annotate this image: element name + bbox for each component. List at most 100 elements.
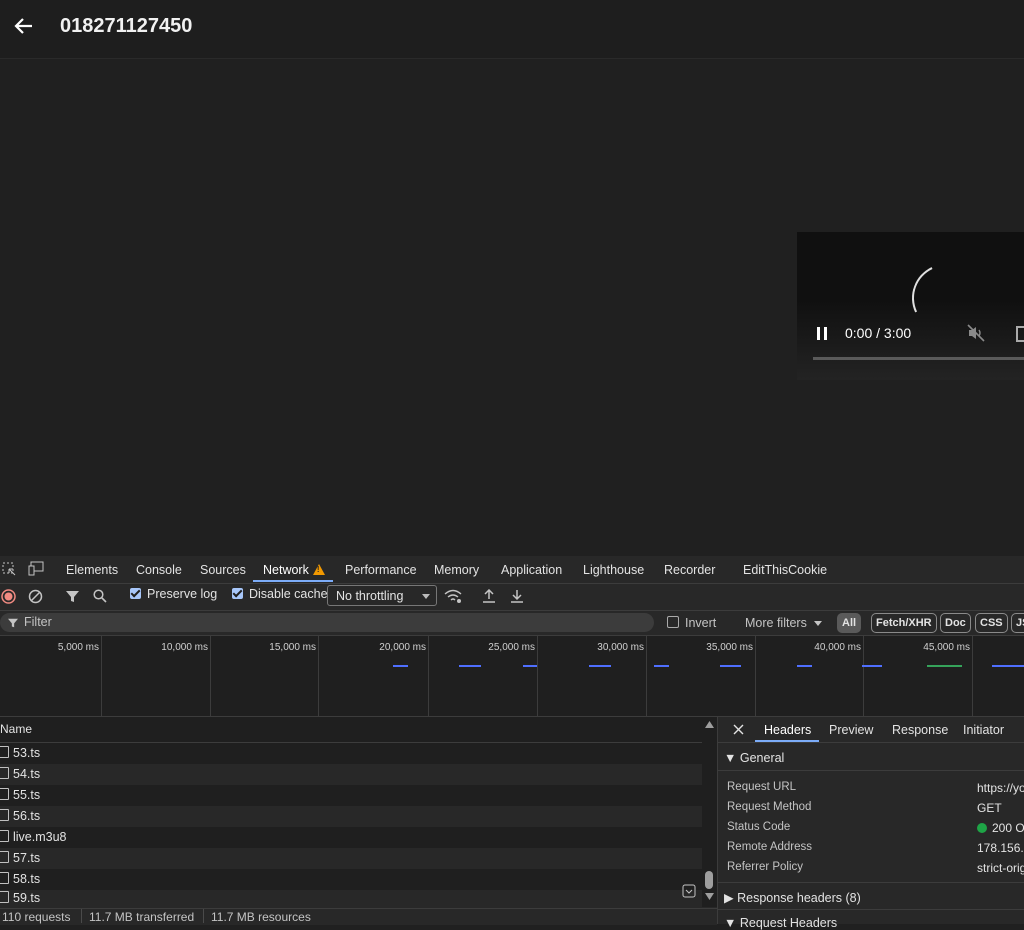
devtools-panel: Elements Console Sources Network Perform… (0, 556, 1024, 930)
tab-console[interactable]: Console (136, 563, 182, 577)
inspect-element-icon[interactable] (2, 562, 16, 576)
network-toolbar: Preserve log Disable cache (0, 584, 1024, 611)
close-icon[interactable] (733, 724, 744, 735)
disable-cache-checkbox[interactable]: Disable cache (232, 587, 328, 601)
chip-css[interactable]: CSS (975, 613, 1008, 633)
status-value: 200 O (977, 821, 1024, 835)
request-list-scrollbar[interactable] (703, 717, 716, 907)
tick-label: 15,000 ms (269, 642, 316, 653)
scroll-up-icon[interactable] (705, 721, 714, 728)
device-toggle-icon[interactable] (28, 561, 44, 576)
playback-time: 0:00 / 3:00 (845, 325, 912, 341)
app-bar: 018271127450 (0, 0, 1024, 59)
preserve-log-checkbox[interactable]: Preserve log (130, 587, 217, 601)
filter-bar: Filter Invert More filters All Fetch/XHR… (0, 611, 1024, 636)
tab-network[interactable]: Network (263, 563, 325, 577)
tab-lighthouse[interactable]: Lighthouse (583, 563, 644, 577)
scroll-to-latest-icon[interactable] (682, 884, 696, 898)
tab-recorder[interactable]: Recorder (664, 563, 715, 577)
pause-icon[interactable] (817, 327, 827, 340)
filter-input[interactable]: Filter (0, 613, 654, 632)
back-arrow-icon[interactable] (12, 14, 36, 38)
tab-initiator[interactable]: Initiator (963, 723, 1004, 737)
general-key: Remote Address (727, 841, 813, 853)
tab-performance[interactable]: Performance (345, 563, 417, 577)
record-stop-icon[interactable] (1, 589, 16, 604)
network-summary: 110 requests 11.7 MB transferred 11.7 MB… (0, 908, 717, 925)
triangle-down-icon: ▼ (724, 916, 737, 930)
column-header-name[interactable]: Name (0, 717, 702, 743)
tick-label: 40,000 ms (814, 642, 861, 653)
tick-label: 35,000 ms (706, 642, 753, 653)
tab-sources[interactable]: Sources (200, 563, 246, 577)
chip-fetch-xhr[interactable]: Fetch/XHR (871, 613, 937, 633)
request-headers-toggle[interactable]: ▼ Request Headers (724, 916, 837, 930)
chip-all[interactable]: All (837, 613, 862, 633)
scroll-down-icon[interactable] (705, 893, 714, 900)
request-row[interactable]: 54.ts (0, 764, 702, 785)
request-row[interactable]: 58.ts (0, 869, 702, 890)
tick-label: 25,000 ms (488, 642, 535, 653)
search-icon[interactable] (93, 589, 107, 603)
clear-icon[interactable] (28, 589, 43, 604)
file-icon (0, 788, 9, 800)
request-row[interactable]: 53.ts (0, 743, 702, 764)
more-filters-button[interactable]: More filters (745, 616, 823, 630)
chip-doc[interactable]: Doc (940, 613, 971, 633)
request-row[interactable]: 59.ts (0, 890, 702, 907)
tab-elements[interactable]: Elements (66, 563, 118, 577)
divider (203, 909, 204, 923)
general-section-toggle[interactable]: ▼ General (724, 751, 784, 765)
general-key: Request URL (727, 781, 797, 793)
progress-bar[interactable] (813, 357, 1024, 360)
throttling-select[interactable]: No throttling (327, 585, 437, 606)
timeline-bar (523, 665, 537, 667)
page-title: 018271127450 (60, 15, 193, 37)
resources-size: 11.7 MB resources (211, 910, 311, 924)
tab-preview[interactable]: Preview (829, 723, 873, 737)
request-row[interactable]: 56.ts (0, 806, 702, 827)
import-har-icon[interactable] (482, 589, 496, 603)
file-icon (0, 830, 9, 842)
transferred-size: 11.7 MB transferred (89, 910, 195, 924)
file-icon (0, 872, 9, 884)
filter-placeholder: Filter (24, 615, 52, 629)
active-tab-indicator (253, 580, 333, 582)
chip-js[interactable]: JS (1011, 613, 1024, 633)
file-icon (0, 767, 9, 779)
divider (81, 909, 82, 923)
response-headers-toggle[interactable]: ▶ Response headers (8) (724, 890, 861, 905)
request-row[interactable]: 57.ts (0, 848, 702, 869)
request-row[interactable]: live.m3u8 (0, 827, 702, 848)
filter-icon (8, 618, 18, 628)
chevron-down-icon (422, 594, 430, 599)
general-value: 178.156.2 (977, 841, 1024, 855)
scroll-thumb[interactable] (705, 871, 713, 889)
fullscreen-icon[interactable] (1016, 326, 1024, 342)
request-row[interactable]: 55.ts (0, 785, 702, 806)
triangle-right-icon: ▶ (724, 891, 734, 905)
tick-label: 5,000 ms (57, 642, 99, 653)
tab-application[interactable]: Application (501, 563, 562, 577)
timeline-bar (992, 665, 1024, 667)
muted-icon[interactable] (967, 324, 985, 342)
tab-headers[interactable]: Headers (764, 723, 811, 737)
active-detail-tab-indicator (755, 740, 819, 742)
timeline-bar (589, 665, 611, 667)
network-conditions-icon[interactable] (444, 589, 462, 604)
invert-label: Invert (685, 616, 717, 630)
status-ok-icon (977, 823, 987, 833)
file-icon (0, 809, 9, 821)
timeline-overview[interactable]: 5,000 ms 10,000 ms 15,000 ms 20,000 ms 2… (0, 636, 1024, 717)
invert-checkbox[interactable] (667, 616, 679, 628)
tab-memory[interactable]: Memory (434, 563, 479, 577)
export-har-icon[interactable] (510, 589, 524, 603)
filter-icon[interactable] (66, 590, 79, 603)
tab-response[interactable]: Response (892, 723, 948, 737)
detail-tabs: Headers Preview Response Initiator (718, 717, 1024, 743)
tab-editthiscookie[interactable]: EditThisCookie (743, 563, 827, 577)
general-key: Request Method (727, 801, 812, 813)
chevron-down-icon (814, 621, 823, 626)
tick-label: 10,000 ms (161, 642, 208, 653)
file-icon (0, 746, 9, 758)
